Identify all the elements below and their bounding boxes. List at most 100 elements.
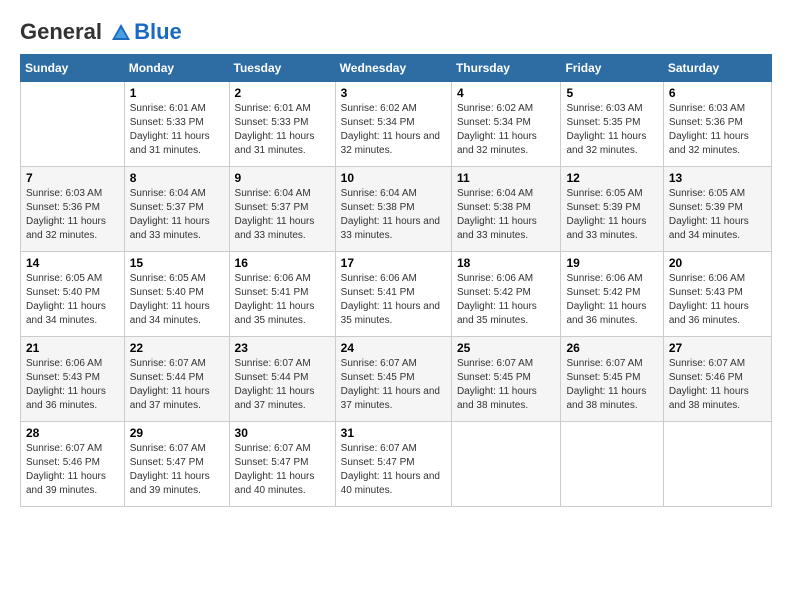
day-number: 31: [341, 426, 446, 440]
weekday-header-saturday: Saturday: [663, 55, 771, 82]
day-info: Sunrise: 6:05 AMSunset: 5:39 PMDaylight:…: [669, 187, 766, 243]
day-number: 17: [341, 256, 446, 270]
logo-text-general: General: [20, 19, 102, 44]
day-info: Sunrise: 6:04 AMSunset: 5:38 PMDaylight:…: [457, 187, 556, 243]
day-number: 16: [235, 256, 330, 270]
day-number: 18: [457, 256, 556, 270]
calendar-cell: 12Sunrise: 6:05 AMSunset: 5:39 PMDayligh…: [561, 167, 663, 252]
calendar-cell: 17 Sunrise: 6:06 AMSunset: 5:41 PMDayligh…: [335, 252, 451, 337]
calendar-cell: 7 Sunrise: 6:03 AMSunset: 5:36 PMDaylight…: [21, 167, 125, 252]
calendar-cell: 23 Sunrise: 6:07 AMSunset: 5:44 PMDayligh…: [229, 337, 335, 422]
calendar-cell: [663, 422, 771, 507]
logo-icon: [110, 22, 132, 44]
calendar-cell: 22Sunrise: 6:07 AMSunset: 5:44 PMDayligh…: [124, 337, 229, 422]
day-number: 27: [669, 341, 766, 355]
day-info: Sunrise: 6:07 AMSunset: 5:47 PMDaylight:…: [235, 442, 330, 498]
day-number: 8: [130, 171, 224, 185]
day-info: Sunrise: 6:07 AMSunset: 5:45 PMDaylight:…: [457, 357, 556, 413]
day-number: 10: [341, 171, 446, 185]
day-number: 25: [457, 341, 556, 355]
day-number: 1: [130, 86, 224, 100]
weekday-header-friday: Friday: [561, 55, 663, 82]
calendar-cell: 19 Sunrise: 6:06 AMSunset: 5:42 PMDayligh…: [561, 252, 663, 337]
day-number: 7: [26, 171, 119, 185]
day-info: Sunrise: 6:03 AMSunset: 5:35 PMDaylight:…: [566, 102, 657, 158]
calendar-cell: 2 Sunrise: 6:01 AMSunset: 5:33 PMDaylight…: [229, 82, 335, 167]
day-number: 14: [26, 256, 119, 270]
weekday-header-tuesday: Tuesday: [229, 55, 335, 82]
day-number: 15: [130, 256, 224, 270]
calendar-week-3: 14 Sunrise: 6:05 AMSunset: 5:40 PMDayligh…: [21, 252, 772, 337]
calendar-week-1: 1 Sunrise: 6:01 AMSunset: 5:33 PMDaylight…: [21, 82, 772, 167]
page-header: General Blue: [20, 20, 772, 44]
day-info: Sunrise: 6:03 AMSunset: 5:36 PMDaylight:…: [669, 102, 766, 158]
day-info: Sunrise: 6:02 AMSunset: 5:34 PMDaylight:…: [341, 102, 446, 158]
weekday-header-sunday: Sunday: [21, 55, 125, 82]
calendar-cell: 28 Sunrise: 6:07 AMSunset: 5:46 PMDayligh…: [21, 422, 125, 507]
calendar-cell: 11 Sunrise: 6:04 AMSunset: 5:38 PMDayligh…: [451, 167, 561, 252]
day-info: Sunrise: 6:04 AMSunset: 5:37 PMDaylight:…: [235, 187, 330, 243]
calendar-cell: 1 Sunrise: 6:01 AMSunset: 5:33 PMDaylight…: [124, 82, 229, 167]
day-info: Sunrise: 6:06 AMSunset: 5:41 PMDaylight:…: [341, 272, 446, 328]
calendar-cell: [21, 82, 125, 167]
day-info: Sunrise: 6:07 AMSunset: 5:45 PMDaylight:…: [341, 357, 446, 413]
logo: General Blue: [20, 20, 182, 44]
day-info: Sunrise: 6:07 AMSunset: 5:46 PMDaylight:…: [669, 357, 766, 413]
calendar-cell: 29Sunrise: 6:07 AMSunset: 5:47 PMDayligh…: [124, 422, 229, 507]
day-number: 23: [235, 341, 330, 355]
day-info: Sunrise: 6:07 AMSunset: 5:45 PMDaylight:…: [566, 357, 657, 413]
day-info: Sunrise: 6:07 AMSunset: 5:47 PMDaylight:…: [341, 442, 446, 498]
calendar-cell: 20 Sunrise: 6:06 AMSunset: 5:43 PMDayligh…: [663, 252, 771, 337]
day-info: Sunrise: 6:02 AMSunset: 5:34 PMDaylight:…: [457, 102, 556, 158]
calendar-week-5: 28 Sunrise: 6:07 AMSunset: 5:46 PMDayligh…: [21, 422, 772, 507]
weekday-header-wednesday: Wednesday: [335, 55, 451, 82]
calendar-week-4: 21Sunrise: 6:06 AMSunset: 5:43 PMDayligh…: [21, 337, 772, 422]
day-info: Sunrise: 6:06 AMSunset: 5:42 PMDaylight:…: [457, 272, 556, 328]
calendar-cell: 13Sunrise: 6:05 AMSunset: 5:39 PMDayligh…: [663, 167, 771, 252]
day-number: 29: [130, 426, 224, 440]
calendar-cell: 30 Sunrise: 6:07 AMSunset: 5:47 PMDayligh…: [229, 422, 335, 507]
day-info: Sunrise: 6:04 AMSunset: 5:38 PMDaylight:…: [341, 187, 446, 243]
day-info: Sunrise: 6:07 AMSunset: 5:46 PMDaylight:…: [26, 442, 119, 498]
calendar-cell: 4 Sunrise: 6:02 AMSunset: 5:34 PMDaylight…: [451, 82, 561, 167]
day-number: 28: [26, 426, 119, 440]
day-number: 11: [457, 171, 556, 185]
day-number: 26: [566, 341, 657, 355]
day-number: 4: [457, 86, 556, 100]
day-info: Sunrise: 6:05 AMSunset: 5:40 PMDaylight:…: [26, 272, 119, 328]
calendar-cell: 18 Sunrise: 6:06 AMSunset: 5:42 PMDayligh…: [451, 252, 561, 337]
day-info: Sunrise: 6:01 AMSunset: 5:33 PMDaylight:…: [130, 102, 224, 158]
day-number: 5: [566, 86, 657, 100]
calendar-cell: 9 Sunrise: 6:04 AMSunset: 5:37 PMDaylight…: [229, 167, 335, 252]
day-number: 3: [341, 86, 446, 100]
calendar-cell: 27 Sunrise: 6:07 AMSunset: 5:46 PMDayligh…: [663, 337, 771, 422]
calendar-cell: [451, 422, 561, 507]
day-info: Sunrise: 6:03 AMSunset: 5:36 PMDaylight:…: [26, 187, 119, 243]
day-number: 24: [341, 341, 446, 355]
day-number: 20: [669, 256, 766, 270]
calendar-cell: 16 Sunrise: 6:06 AMSunset: 5:41 PMDayligh…: [229, 252, 335, 337]
day-number: 9: [235, 171, 330, 185]
day-number: 30: [235, 426, 330, 440]
calendar-cell: [561, 422, 663, 507]
calendar-cell: 10 Sunrise: 6:04 AMSunset: 5:38 PMDayligh…: [335, 167, 451, 252]
day-info: Sunrise: 6:06 AMSunset: 5:41 PMDaylight:…: [235, 272, 330, 328]
day-info: Sunrise: 6:01 AMSunset: 5:33 PMDaylight:…: [235, 102, 330, 158]
weekday-header-monday: Monday: [124, 55, 229, 82]
calendar-cell: 26 Sunrise: 6:07 AMSunset: 5:45 PMDayligh…: [561, 337, 663, 422]
calendar-cell: 31 Sunrise: 6:07 AMSunset: 5:47 PMDayligh…: [335, 422, 451, 507]
calendar-cell: 21Sunrise: 6:06 AMSunset: 5:43 PMDayligh…: [21, 337, 125, 422]
day-info: Sunrise: 6:07 AMSunset: 5:44 PMDaylight:…: [235, 357, 330, 413]
day-number: 2: [235, 86, 330, 100]
calendar-week-2: 7 Sunrise: 6:03 AMSunset: 5:36 PMDaylight…: [21, 167, 772, 252]
calendar-cell: 25 Sunrise: 6:07 AMSunset: 5:45 PMDayligh…: [451, 337, 561, 422]
weekday-header-row: SundayMondayTuesdayWednesdayThursdayFrid…: [21, 55, 772, 82]
day-number: 6: [669, 86, 766, 100]
logo-text-blue: Blue: [134, 20, 182, 44]
day-number: 19: [566, 256, 657, 270]
day-info: Sunrise: 6:06 AMSunset: 5:43 PMDaylight:…: [669, 272, 766, 328]
day-info: Sunrise: 6:06 AMSunset: 5:42 PMDaylight:…: [566, 272, 657, 328]
calendar-cell: 15Sunrise: 6:05 AMSunset: 5:40 PMDayligh…: [124, 252, 229, 337]
calendar-cell: 8Sunrise: 6:04 AMSunset: 5:37 PMDaylight…: [124, 167, 229, 252]
day-info: Sunrise: 6:07 AMSunset: 5:44 PMDaylight:…: [130, 357, 224, 413]
